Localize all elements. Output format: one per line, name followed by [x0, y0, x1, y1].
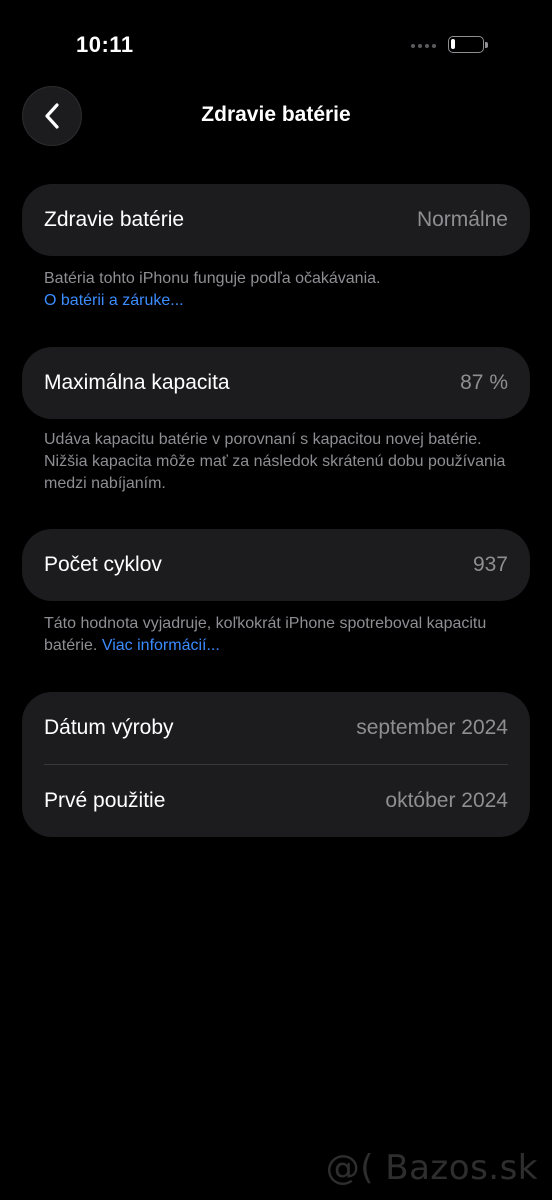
cycle-count-row: Počet cyklov 937 — [22, 529, 530, 601]
first-use-value: október 2024 — [385, 789, 508, 812]
status-time: 10:11 — [76, 32, 134, 57]
watermark: @( Bazos.sk — [325, 1148, 538, 1188]
cycle-count-card: Počet cyklov 937 — [22, 529, 530, 601]
first-use-label: Prvé použitie — [44, 789, 166, 812]
manufacture-date-value: september 2024 — [356, 716, 508, 739]
max-capacity-label: Maximálna kapacita — [44, 371, 230, 394]
max-capacity-value: 87 % — [460, 371, 508, 394]
manufacture-date-label: Dátum výroby — [44, 716, 174, 739]
max-capacity-note: Udáva kapacitu batérie v porovnaní s kap… — [44, 431, 506, 492]
status-bar: 10:11 — [0, 0, 552, 90]
max-capacity-row: Maximálna kapacita 87 % — [22, 347, 530, 419]
battery-health-card: Zdravie batérie Normálne — [22, 184, 530, 256]
page-title: Zdravie batérie — [201, 103, 351, 126]
dates-card: Dátum výroby september 2024 Prvé použiti… — [22, 692, 530, 837]
cellular-signal-icon — [411, 44, 436, 48]
battery-health-row: Zdravie batérie Normálne — [22, 184, 530, 256]
cycle-count-label: Počet cyklov — [44, 553, 162, 576]
cycle-count-value: 937 — [472, 553, 508, 576]
more-info-link[interactable]: Viac informácií... — [102, 637, 220, 654]
first-use-row: Prvé použitie október 2024 — [22, 765, 530, 837]
battery-health-label: Zdravie batérie — [44, 208, 185, 231]
manufacture-date-row: Dátum výroby september 2024 — [22, 692, 530, 764]
battery-warranty-link[interactable]: O batérii a záruke... — [44, 290, 514, 312]
battery-health-footnote: Batéria tohto iPhonu funguje podľa očaká… — [44, 268, 514, 312]
battery-health-value: Normálne — [416, 208, 508, 231]
battery-level-fill — [451, 39, 455, 49]
cycle-count-footnote: Táto hodnota vyjadruje, koľkokrát iPhone… — [44, 613, 514, 657]
battery-health-note: Batéria tohto iPhonu funguje podľa očaká… — [44, 270, 381, 287]
battery-icon — [448, 36, 488, 53]
max-capacity-card: Maximálna kapacita 87 % — [22, 347, 530, 419]
